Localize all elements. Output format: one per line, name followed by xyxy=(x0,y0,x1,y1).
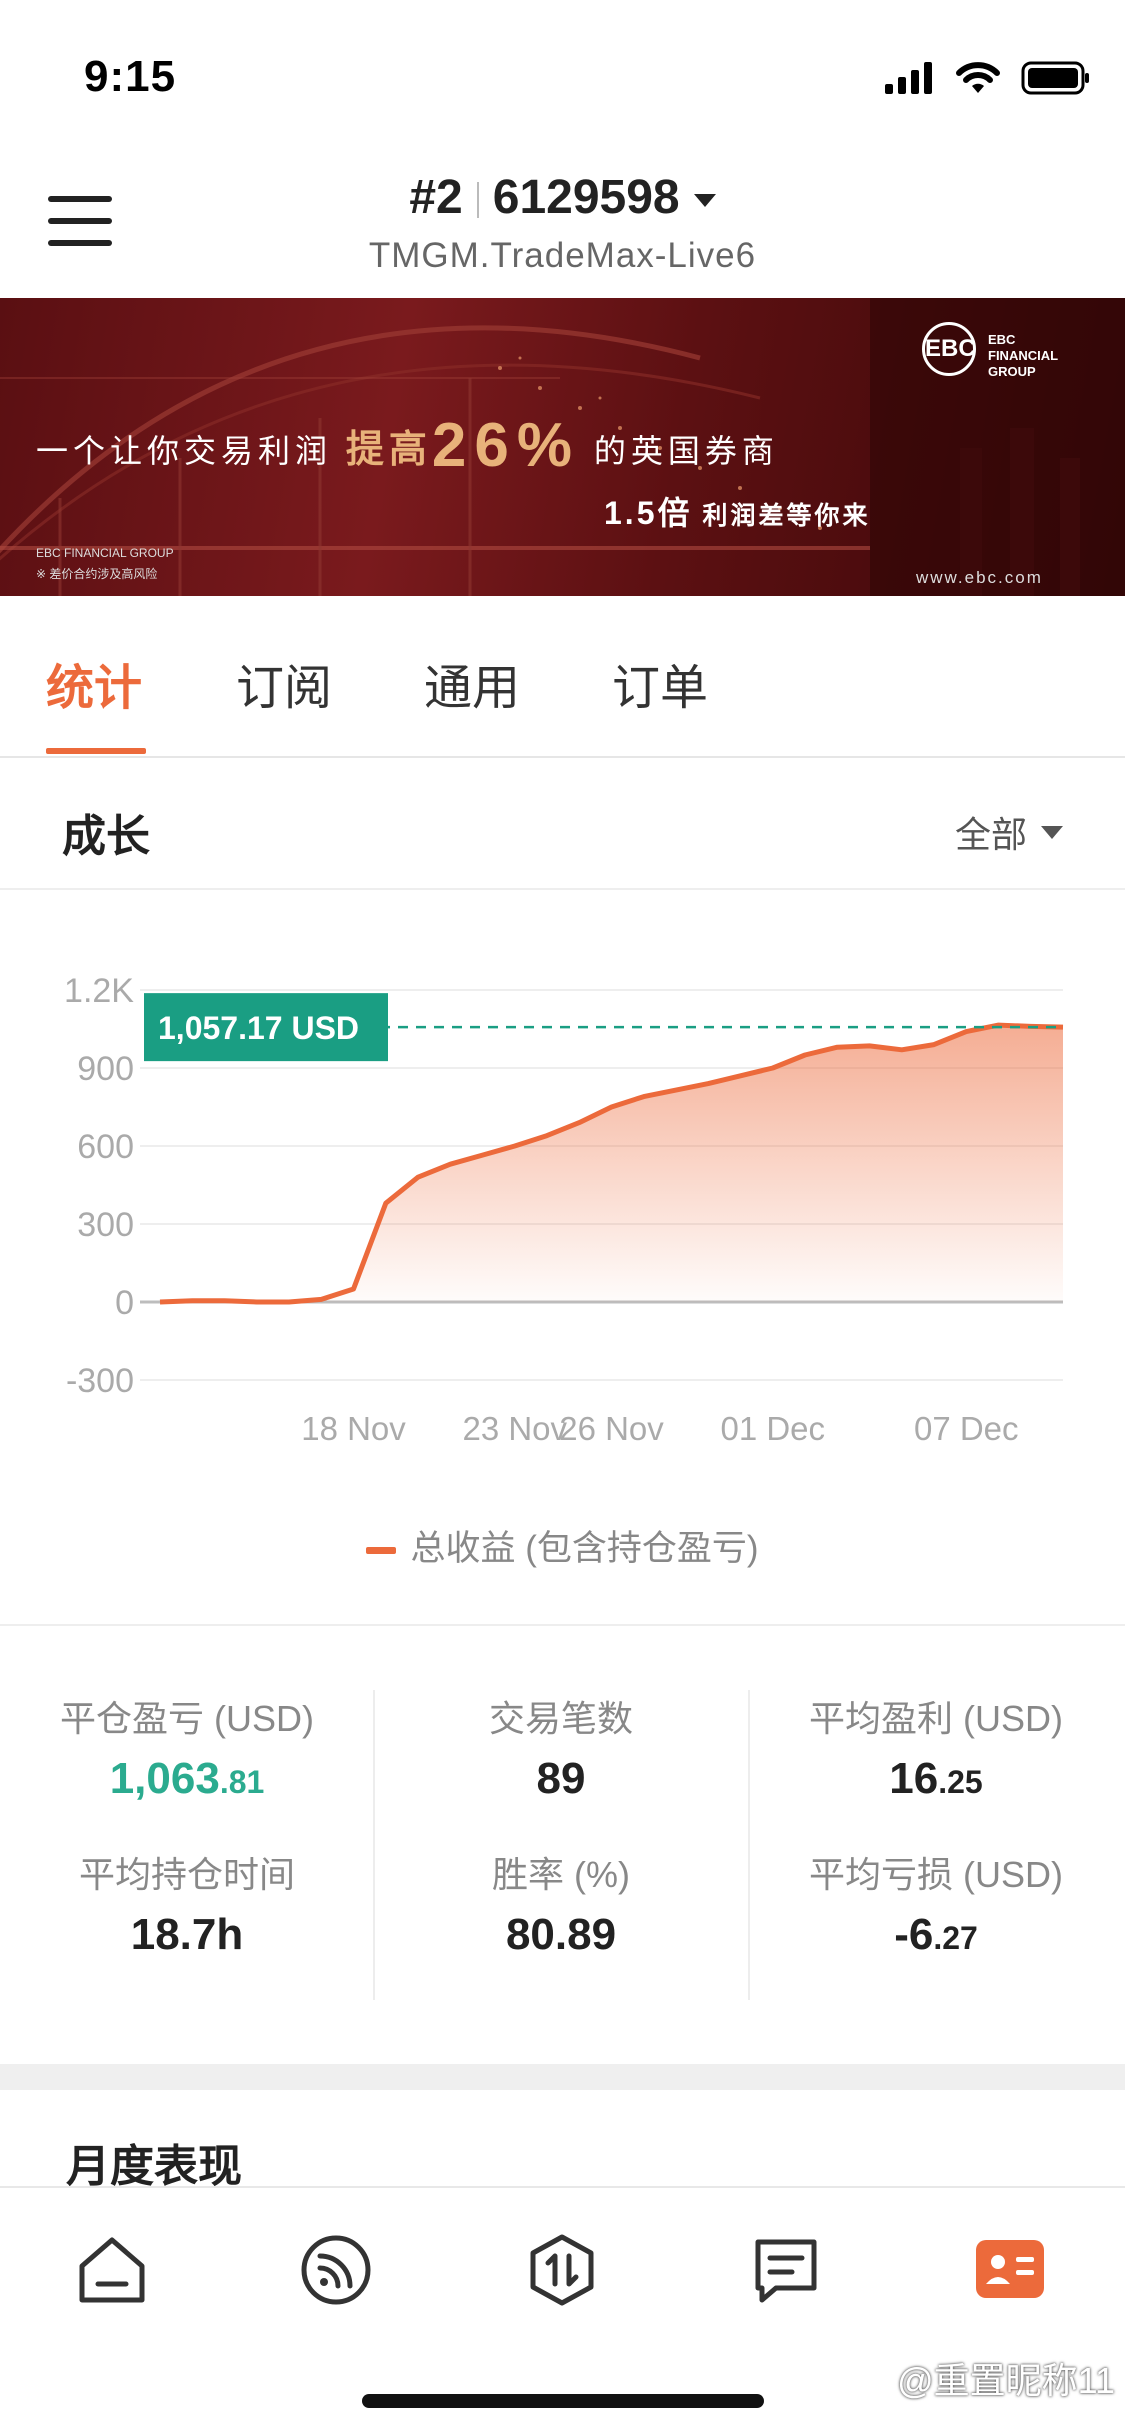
chart-legend: 总收益 (包含持仓盈亏) xyxy=(0,1520,1125,1571)
feed-icon[interactable] xyxy=(298,2232,374,2308)
account-selector[interactable]: #2 6129598 xyxy=(0,170,1125,225)
stat-label: 平仓盈亏 (USD) xyxy=(60,1698,314,1739)
signal-icon xyxy=(885,62,932,94)
stat-label: 交易笔数 xyxy=(488,1698,633,1739)
legend-swatch xyxy=(366,1547,397,1555)
banner-url: www.ebc.com xyxy=(916,568,1043,587)
stat-value: 1,063.81 xyxy=(109,1754,265,1803)
x-tick-label: 26 Nov xyxy=(559,1410,664,1447)
stat-value: -6.27 xyxy=(894,1910,978,1959)
growth-title: 成长 xyxy=(62,812,150,861)
account-number: 6129598 xyxy=(492,171,680,224)
status-time: 9:15 xyxy=(84,52,177,101)
stat-avg-loss: 平均亏损 (USD) -6.27 xyxy=(749,1846,1123,1960)
caret-down-icon xyxy=(693,193,716,207)
banner-footer-brand: EBC FINANCIAL GROUP xyxy=(36,546,174,560)
stat-value: 16.25 xyxy=(889,1754,983,1803)
ebc-logo-icon: EBC xyxy=(922,322,976,376)
y-tick-label: 900 xyxy=(77,1050,134,1088)
stat-avg-profit: 平均盈利 (USD) 16.25 xyxy=(749,1690,1123,1804)
account-separator xyxy=(476,182,479,219)
x-tick-label: 07 Dec xyxy=(914,1410,1019,1447)
y-tick-label: 300 xyxy=(77,1206,134,1244)
banner-headline: 一个让你交易利润 提高26% 的英国券商 xyxy=(36,411,779,480)
chevron-down-icon xyxy=(1041,825,1063,839)
tab-general[interactable]: 通用 xyxy=(424,648,520,718)
stat-label: 平均盈利 (USD) xyxy=(809,1698,1063,1739)
stat-label: 平均亏损 (USD) xyxy=(809,1854,1063,1895)
y-tick-label: 0 xyxy=(115,1284,134,1322)
monthly-performance-title: 月度表现 xyxy=(66,2142,242,2191)
legend-label: 总收益 (包含持仓盈亏) xyxy=(410,1529,759,1568)
x-tick-label: 01 Dec xyxy=(720,1410,825,1447)
active-tab-indicator xyxy=(46,748,146,754)
stat-value: 89 xyxy=(536,1754,586,1803)
stat-value: 80.89 xyxy=(505,1910,617,1959)
banner-subline: 1.5倍 利润差等你来 xyxy=(604,495,871,531)
stat-label: 平均持仓时间 xyxy=(78,1854,295,1895)
tabs-divider xyxy=(0,756,1125,758)
stat-value: 18.7h xyxy=(130,1910,244,1959)
y-tick-label: 600 xyxy=(77,1128,134,1166)
stat-label: 胜率 (%) xyxy=(492,1854,630,1895)
tab-orders[interactable]: 订单 xyxy=(612,648,708,718)
messages-icon[interactable] xyxy=(748,2232,824,2308)
status-icons xyxy=(885,58,1091,98)
promo-banner[interactable]: EBC EBC FINANCIAL GROUP 一个让你交易利润 提高26% 的英国… xyxy=(0,298,1125,596)
growth-period-value: 全部 xyxy=(954,814,1027,855)
growth-chart[interactable]: 1.2K 900 600 300 0 -300 18 Nov 23 Nov26 Nov 01 … xyxy=(0,940,1125,1590)
growth-period-dropdown[interactable]: 全部 xyxy=(955,806,1063,858)
home-indicator[interactable] xyxy=(362,2394,764,2408)
tab-statistics[interactable]: 统计 xyxy=(46,648,142,718)
account-index: #2 xyxy=(409,171,463,224)
section-divider xyxy=(0,888,1125,890)
profile-icon[interactable] xyxy=(972,2232,1048,2308)
section-gap xyxy=(0,2064,1125,2090)
wifi-icon xyxy=(956,62,1000,93)
ebc-logo-text: EBC FINANCIAL GROUP xyxy=(988,332,1059,379)
y-tick-label: -300 xyxy=(66,1362,134,1400)
watermark: @重置昵称11 xyxy=(897,2360,1115,2401)
stat-avg-hold-time: 平均持仓时间 18.7h xyxy=(0,1846,374,1960)
section-divider xyxy=(0,1624,1125,1626)
x-tick-label: 23 Nov xyxy=(462,1410,567,1447)
stat-win-rate: 胜率 (%) 80.89 xyxy=(374,1846,748,1960)
stat-closed-pnl: 平仓盈亏 (USD) 1,063.81 xyxy=(0,1690,374,1804)
trade-icon[interactable] xyxy=(524,2232,600,2308)
battery-icon xyxy=(1021,61,1089,95)
y-tick-label: 1.2K xyxy=(64,972,134,1010)
banner-risk-notice: ※ 差价合约涉及高风险 xyxy=(36,567,158,581)
x-tick-label: 18 Nov xyxy=(301,1410,406,1447)
stat-trade-count: 交易笔数 89 xyxy=(374,1690,748,1804)
growth-area xyxy=(160,1025,1063,1302)
last-value-label: 1,057.17 USD xyxy=(158,1010,359,1046)
tab-subscription[interactable]: 订阅 xyxy=(236,648,332,718)
home-icon[interactable] xyxy=(74,2232,150,2308)
server-name: TMGM.TradeMax-Live6 xyxy=(368,236,757,275)
